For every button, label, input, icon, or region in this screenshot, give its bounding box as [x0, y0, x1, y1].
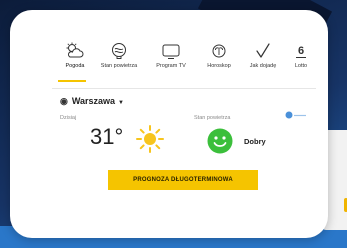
weather-section-label: Dzisiaj	[60, 115, 77, 121]
nav-label: Stan powietrza	[100, 63, 138, 69]
city-name: Warszawa	[71, 96, 116, 106]
service-nav: Pogoda Stan powietrza Program TV Horosko…	[52, 42, 307, 82]
nav-item-lotto[interactable]: 6 Lotto	[278, 42, 324, 69]
lotto-glyph: 6	[298, 45, 304, 57]
nav-item-program-tv[interactable]: Program TV	[148, 42, 194, 69]
route-icon	[256, 43, 270, 58]
nav-item-stan-powietrza[interactable]: Stan powietrza	[96, 42, 142, 69]
nav-label: Program TV	[156, 63, 186, 69]
location-selector[interactable]: ◉ Warszawa ▼	[60, 96, 124, 108]
sun-icon	[136, 125, 164, 153]
nav-item-horoskop[interactable]: Horoskop	[196, 42, 242, 69]
info-icon[interactable]	[283, 110, 309, 120]
air-quality-status: Dobry	[244, 137, 266, 146]
nav-label: Lotto	[294, 63, 308, 69]
long-term-forecast-button[interactable]: PROGNOZA DŁUGOTERMINOWA	[108, 170, 258, 190]
tv-icon	[162, 44, 180, 59]
nav-label: Horoskop	[207, 63, 231, 69]
smiley-icon	[207, 128, 233, 154]
location-pin-icon: ◉	[60, 96, 68, 106]
nav-item-pogoda[interactable]: Pogoda	[52, 42, 98, 69]
nav-label: Pogoda	[65, 63, 85, 69]
air-quality-icon	[112, 43, 126, 59]
air-section-label: Stan powietrza	[194, 115, 231, 121]
weather-icon	[66, 42, 84, 58]
lotto-icon: 6	[296, 45, 306, 58]
horoscope-icon	[212, 44, 226, 58]
divider	[52, 88, 316, 89]
temperature: 31°	[90, 124, 124, 149]
chevron-down-icon: ▼	[118, 100, 124, 106]
active-tab-indicator	[58, 80, 86, 82]
